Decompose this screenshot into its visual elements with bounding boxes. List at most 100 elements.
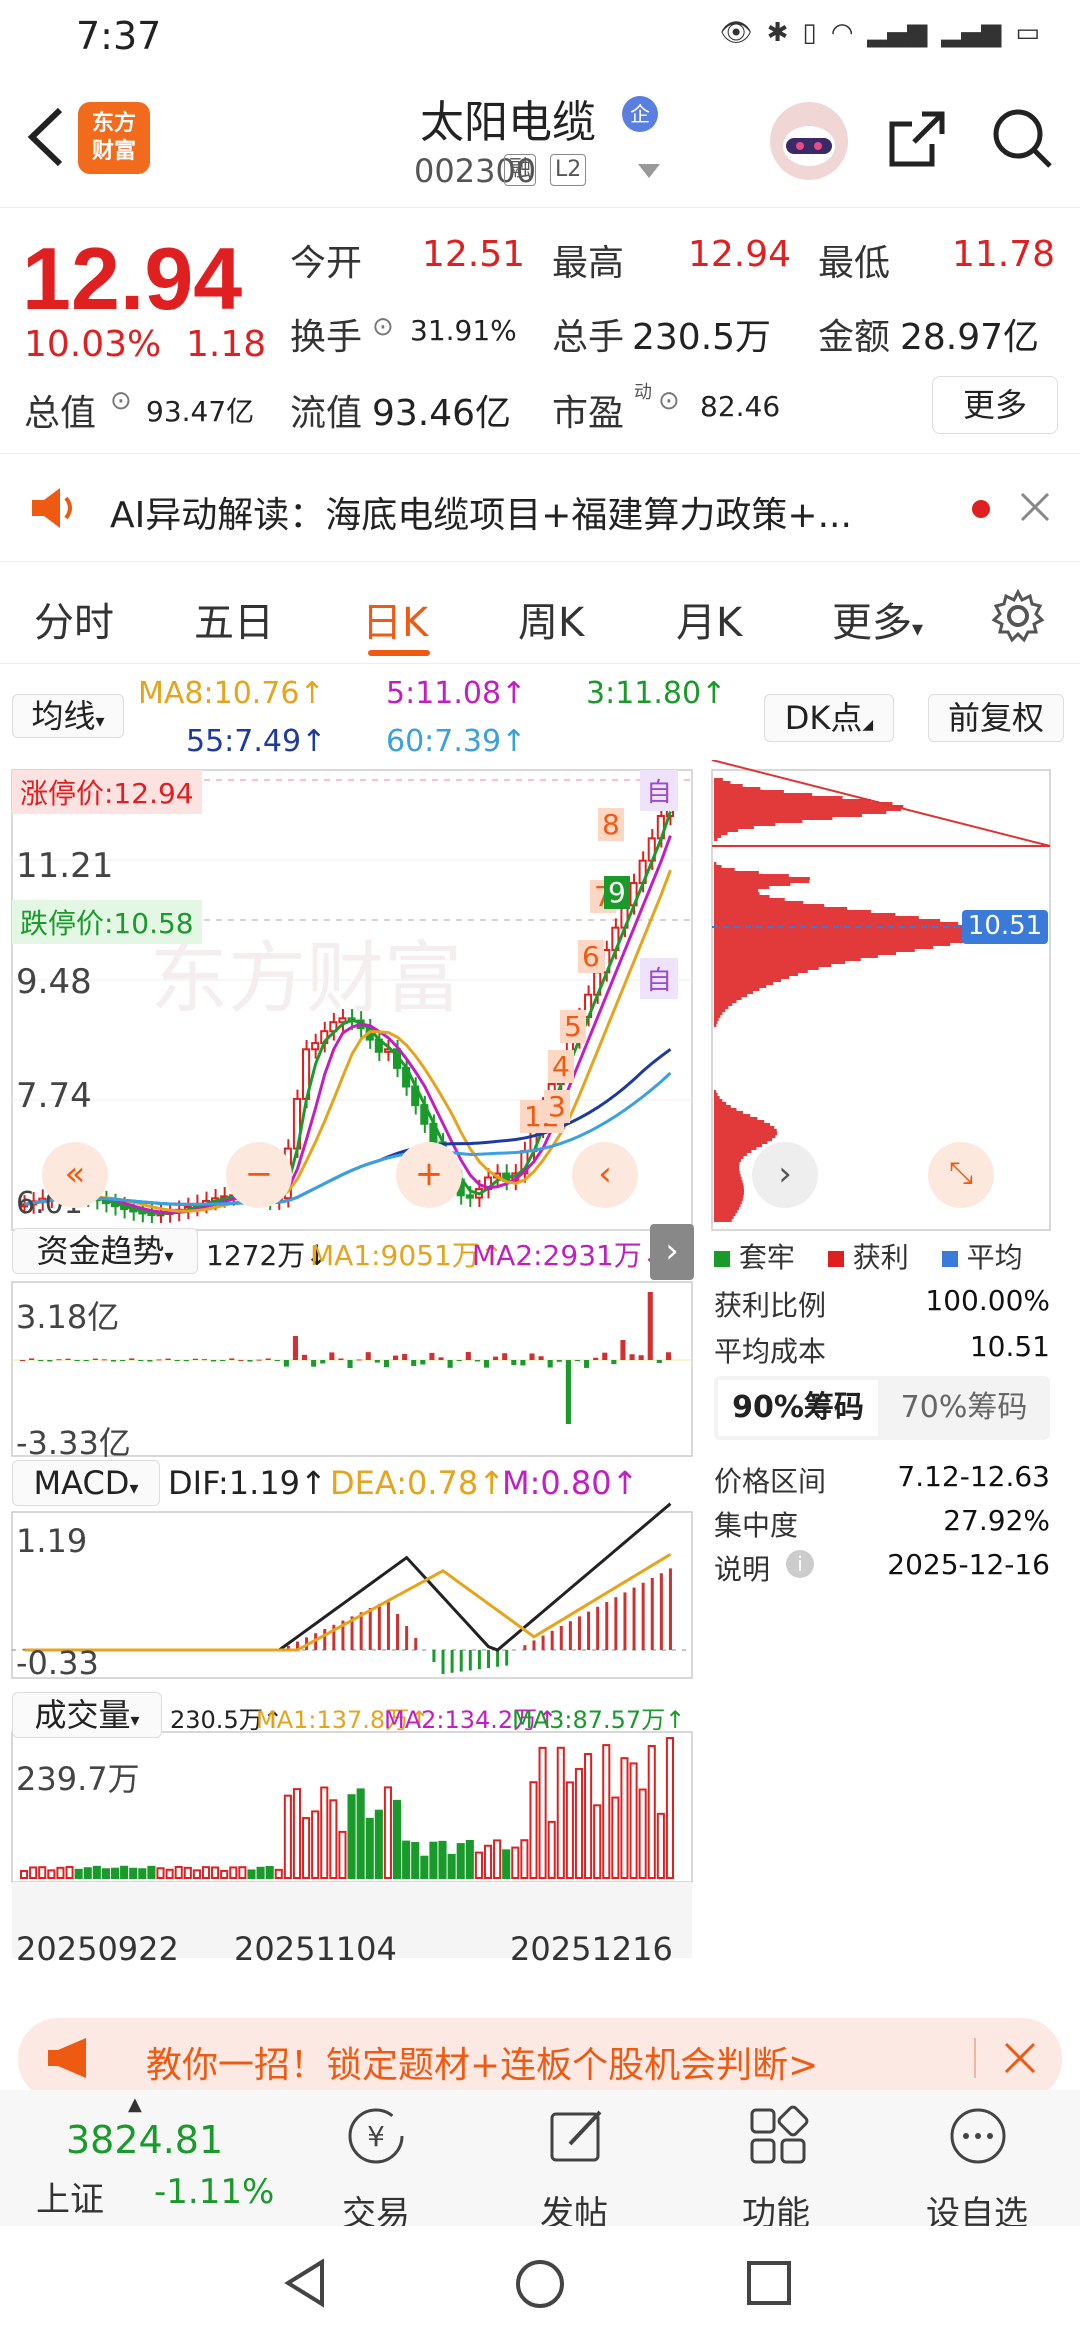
tab-chip-90[interactable]: 90%筹码 xyxy=(718,1380,878,1436)
index-change[interactable]: -1.11% xyxy=(154,2172,274,2212)
volume-bar xyxy=(156,1867,165,1880)
chip-bar xyxy=(714,1189,745,1192)
ai-banner[interactable]: AI异动解读：海底电缆项目+福建算力政策+... xyxy=(0,454,1080,562)
macd-select[interactable]: MACD▾ xyxy=(12,1460,160,1506)
tab-weekly-k[interactable]: 周K xyxy=(518,590,584,648)
fund-bar xyxy=(220,1360,226,1361)
share-icon[interactable] xyxy=(882,104,952,174)
fund-bar xyxy=(411,1360,417,1366)
stock-name[interactable]: 太阳电缆 xyxy=(420,86,596,150)
chip-bar xyxy=(714,943,951,946)
volume-bar xyxy=(574,1767,584,1880)
chip-bar xyxy=(714,1108,737,1111)
limit-up-streak-marker: 5 xyxy=(560,1010,586,1043)
chip-bar xyxy=(714,1144,763,1147)
nav-recents-icon[interactable] xyxy=(746,2260,792,2306)
ma-select[interactable]: 均线▾ xyxy=(12,694,124,738)
index-value[interactable]: 3824.81 xyxy=(66,2118,223,2162)
fund-bar xyxy=(647,1292,653,1360)
chip-bar xyxy=(714,1003,733,1006)
fund-bar xyxy=(665,1352,671,1360)
tab-chip-70[interactable]: 70%筹码 xyxy=(882,1376,1046,1440)
robot-avatar[interactable] xyxy=(770,102,848,180)
more-button[interactable]: 更多 xyxy=(932,376,1058,434)
fund-bar xyxy=(20,1360,26,1361)
margin-tag: 融 xyxy=(504,154,537,186)
info-icon[interactable]: ⊙ xyxy=(658,386,680,416)
volume-bar xyxy=(302,1817,311,1879)
chip-bar xyxy=(714,817,833,820)
chip-bar xyxy=(714,973,798,976)
fund-bar xyxy=(365,1352,371,1360)
chip-bar xyxy=(714,946,934,949)
adjust-button[interactable]: 前复权 xyxy=(928,694,1064,742)
volume-select[interactable]: 成交量▾ xyxy=(12,1692,162,1738)
chip-bar xyxy=(714,1147,757,1150)
fund-trend-select[interactable]: 资金趋势▾ xyxy=(12,1228,198,1274)
promo-banner[interactable]: 教你一招！锁定题材+连板个股机会判断> xyxy=(18,2018,1062,2100)
chip-bar xyxy=(714,1114,751,1117)
zoom-in-button[interactable]: + xyxy=(396,1142,462,1208)
chip-next-button[interactable]: › xyxy=(752,1142,818,1208)
fund-bar xyxy=(29,1358,35,1360)
grid-icon[interactable] xyxy=(746,2104,810,2168)
chevron-down-icon[interactable] xyxy=(638,164,660,180)
fund-bar xyxy=(256,1359,262,1361)
nav-home-icon[interactable] xyxy=(514,2258,566,2310)
fund-bar xyxy=(292,1336,299,1360)
back-icon[interactable] xyxy=(22,102,70,172)
trade-icon[interactable]: ¥ xyxy=(344,2104,408,2168)
rewind-button[interactable]: « xyxy=(42,1142,108,1208)
info-icon[interactable]: i xyxy=(786,1550,814,1578)
profit-ratio-label: 获利比例 xyxy=(714,1289,827,1322)
expand-icon[interactable]: ⤡ xyxy=(928,1142,994,1208)
chip-bar xyxy=(714,868,735,871)
turnover-label: 换手 xyxy=(290,317,363,358)
avg-cost-text-label: 平均成本 xyxy=(714,1335,827,1368)
tab-monthly-k[interactable]: 月K xyxy=(676,590,742,648)
chip-bar xyxy=(714,877,810,880)
info-icon[interactable]: ⊙ xyxy=(110,386,132,416)
search-icon[interactable] xyxy=(988,104,1058,174)
expand-right-button[interactable]: › xyxy=(650,1224,694,1280)
close-icon[interactable] xyxy=(1002,2040,1038,2076)
compose-icon[interactable] xyxy=(546,2104,610,2168)
volume-bar xyxy=(429,1841,438,1880)
fund-bar xyxy=(447,1360,453,1368)
gear-icon[interactable] xyxy=(990,588,1046,644)
volume-bar xyxy=(483,1844,493,1879)
dk-point-button[interactable]: DK点◢ xyxy=(764,694,894,742)
fund-bar xyxy=(392,1355,399,1360)
volume-bar xyxy=(283,1794,292,1880)
eye-icon: 👁 xyxy=(719,18,753,48)
nav-back-icon[interactable] xyxy=(282,2258,332,2308)
prev-button[interactable]: ‹ xyxy=(572,1142,638,1208)
index-name[interactable]: 上证 xyxy=(36,2172,104,2221)
fund-bar xyxy=(638,1355,644,1360)
more-dots-icon[interactable] xyxy=(946,2104,1010,2168)
volume-bar xyxy=(47,1869,56,1880)
volume-bar xyxy=(402,1840,411,1879)
close-icon[interactable] xyxy=(1018,490,1052,524)
fund-bar xyxy=(238,1359,244,1361)
app-logo[interactable]: 东方 财富 xyxy=(78,102,150,174)
tab-intraday[interactable]: 分时 xyxy=(34,590,114,648)
info-icon[interactable]: ⊙ xyxy=(372,312,394,342)
chip-legend: 套牢 获利 平均 xyxy=(714,1236,1023,1276)
volume-bar xyxy=(383,1786,392,1879)
tab-daily-k[interactable]: 日K xyxy=(362,590,428,648)
high-label: 最高 xyxy=(552,243,625,284)
fund-bar xyxy=(465,1352,471,1360)
volume-bar xyxy=(420,1855,429,1880)
chip-bar xyxy=(714,1198,743,1201)
tab-fiveday[interactable]: 五日 xyxy=(194,590,274,648)
tab-more[interactable]: 更多▾ xyxy=(832,590,923,648)
chip-bar xyxy=(714,1171,740,1174)
ma8-value: MA8:10.76↑ xyxy=(138,676,325,711)
zoom-out-button[interactable]: − xyxy=(226,1142,292,1208)
mktcap-label: 总值 xyxy=(24,393,97,434)
volume-bar xyxy=(311,1810,320,1880)
chip-bar xyxy=(714,1153,747,1156)
chip-bar xyxy=(714,901,804,904)
fund-bar xyxy=(456,1360,462,1361)
